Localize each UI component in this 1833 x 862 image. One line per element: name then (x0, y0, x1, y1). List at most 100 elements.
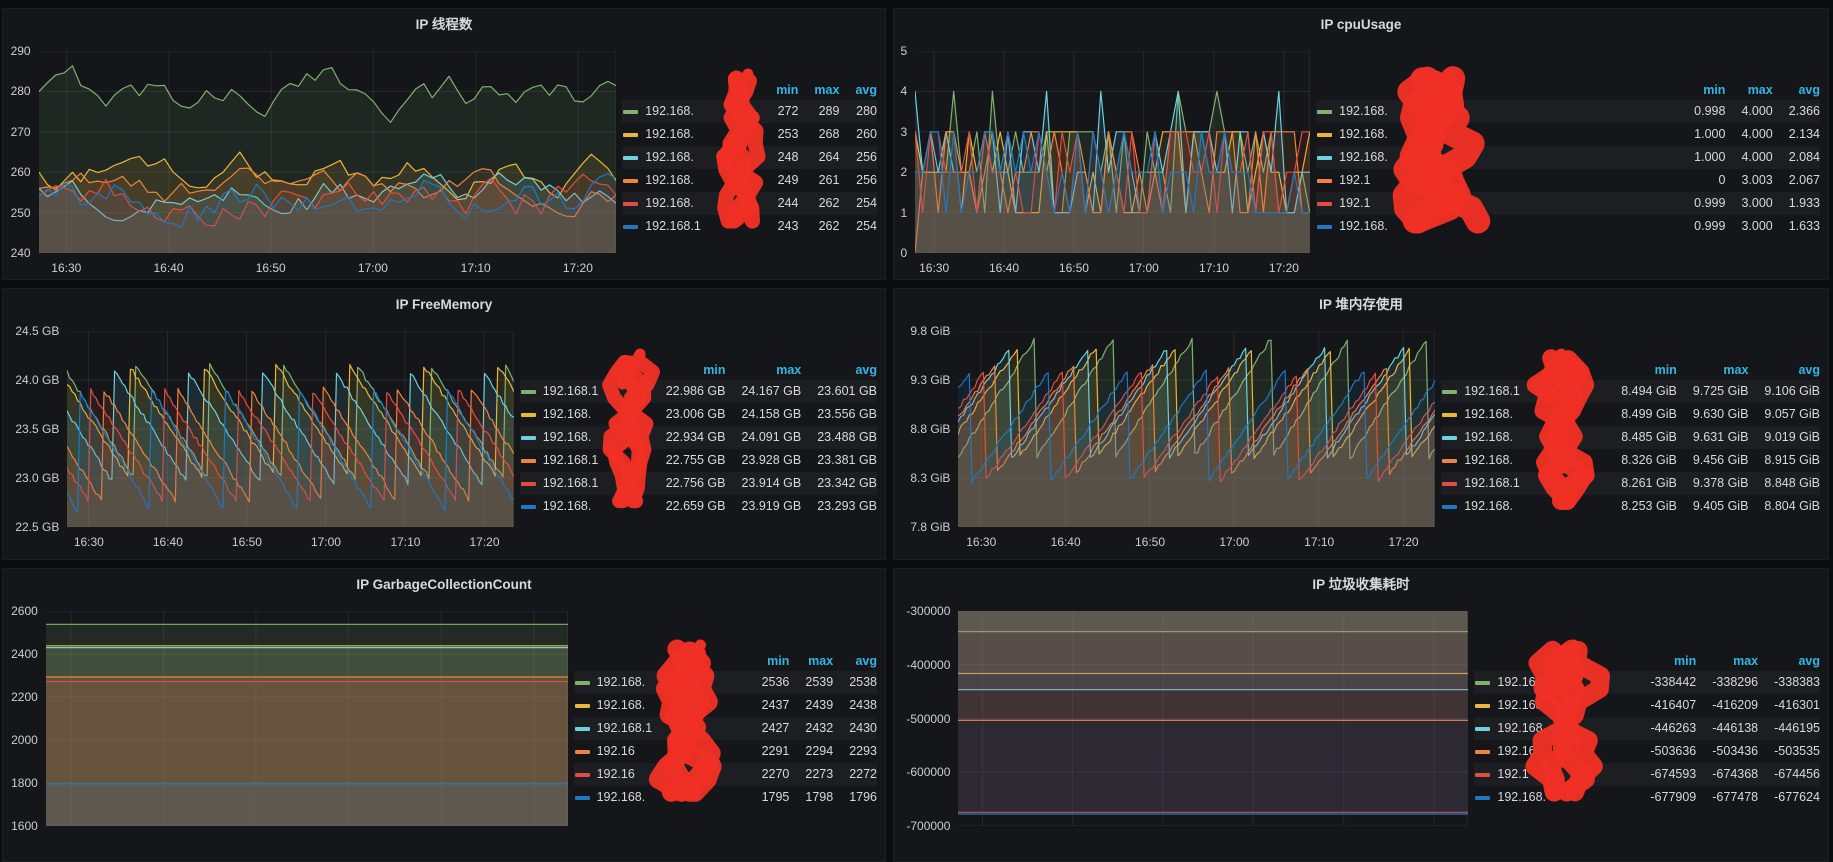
legend-value-avg: 2.134 (1773, 123, 1820, 146)
legend-row: 192.168.0.9993.0001.633 (1316, 215, 1820, 238)
legend-series-name[interactable]: 192.168. (1457, 495, 1605, 518)
legend-row: 192.168.249261256 (622, 169, 877, 192)
legend-series-name[interactable]: 192.168.1 (590, 717, 746, 740)
y-axis-tick-label: 3 (894, 126, 907, 138)
legend-row: 192.168.243724392438 (574, 694, 877, 717)
legend-value-max: 3.000 (1725, 215, 1772, 238)
plot-area[interactable] (39, 51, 616, 253)
legend-series-name[interactable]: 192.168. (1457, 449, 1605, 472)
legend-value-max: 268 (798, 123, 839, 146)
legend-series-name[interactable]: 192.1 (1332, 169, 1678, 192)
legend-series-name[interactable]: 192.168.1 (536, 472, 650, 495)
legend-series-name[interactable]: 192.168. (1490, 717, 1634, 740)
y-axis-tick-label: 22.5 GB (3, 521, 59, 533)
legend-series-name[interactable]: 192.168. (1457, 426, 1605, 449)
time-series-graph[interactable]: 9.8 GiB9.3 GiB8.8 GiB8.3 GiB7.8 GiB16:30… (894, 319, 1441, 559)
legend-header-max[interactable]: max (789, 651, 833, 671)
legend-series-name[interactable]: 192.168. (590, 671, 746, 694)
panel-title[interactable]: IP 线程数 (3, 9, 885, 39)
legend-series-name[interactable]: 192.168. (638, 192, 760, 215)
x-axis-tick-label: 16:30 (74, 536, 104, 548)
legend-value-max: 24.167 GB (725, 380, 801, 403)
legend-series-name[interactable]: 192.168. (590, 694, 746, 717)
panel-title[interactable]: IP FreeMemory (3, 289, 885, 319)
legend-series-name[interactable]: 192.168.1 (1457, 380, 1605, 403)
legend-row: 192.168.248264256 (622, 146, 877, 169)
panel-title[interactable]: IP 垃圾收集耗时 (894, 569, 1828, 599)
legend-value-max: 4.000 (1725, 123, 1772, 146)
legend-header-row: minmaxavg (1474, 651, 1820, 671)
legend-series-name[interactable]: 192.168. (638, 146, 760, 169)
legend-header-avg[interactable]: avg (1758, 651, 1820, 671)
legend-series-name[interactable]: 192.168.1 (1457, 472, 1605, 495)
legend-series-name[interactable]: 192.168. (1457, 403, 1605, 426)
plot-area[interactable] (67, 331, 514, 527)
legend-series-name[interactable]: 192.168. (1332, 123, 1678, 146)
plot-area[interactable] (958, 611, 1468, 826)
legend-series-name[interactable]: 192.168. (638, 169, 760, 192)
panel-title[interactable]: IP cpuUsage (894, 9, 1828, 39)
legend-series-name[interactable]: 192.168.1 (536, 380, 650, 403)
legend-value-avg: 23.381 GB (801, 449, 877, 472)
legend-value-max: -416209 (1696, 694, 1758, 717)
legend-series-name[interactable]: 192.168. (536, 495, 650, 518)
legend-header-avg[interactable]: avg (839, 80, 877, 100)
legend-series-name[interactable]: 192.168.1 (638, 215, 760, 238)
legend-series-name[interactable]: 192.168. (638, 123, 760, 146)
legend-row: 192.168.22.934 GB24.091 GB23.488 GB (520, 426, 877, 449)
legend-value-max: -503436 (1696, 740, 1758, 763)
legend-header-max[interactable]: max (1696, 651, 1758, 671)
plot-area[interactable] (958, 331, 1435, 527)
legend-series-name[interactable]: 192.168. (1332, 215, 1678, 238)
x-axis-tick-label: 16:50 (232, 536, 262, 548)
time-series-graph[interactable]: -300000-400000-500000-600000-700000 (894, 599, 1474, 861)
legend-header-avg[interactable]: avg (833, 651, 877, 671)
time-series-graph[interactable]: 54321016:3016:4016:5017:0017:1017:20 (894, 39, 1316, 279)
legend-series-name[interactable]: 192.168. (590, 786, 746, 809)
panel-title[interactable]: IP GarbageCollectionCount (3, 569, 885, 599)
legend-header-avg[interactable]: avg (1773, 80, 1820, 100)
legend-value-max: 3.000 (1725, 192, 1772, 215)
panel-title[interactable]: IP 堆内存使用 (894, 289, 1828, 319)
legend-series-name[interactable]: 192.168. (536, 403, 650, 426)
series-color-dash-icon (521, 390, 536, 394)
series-color-dash-icon (623, 133, 638, 137)
legend-header-avg[interactable]: avg (1748, 360, 1820, 380)
x-axis-tick-label: 17:20 (1269, 262, 1299, 274)
legend-header-min[interactable]: min (760, 80, 798, 100)
series-color-dash-icon (623, 110, 638, 114)
legend-header-min[interactable]: min (1678, 80, 1725, 100)
legend-series-name[interactable]: 192.16 (590, 763, 746, 786)
legend-header-max[interactable]: max (798, 80, 839, 100)
legend-series-name[interactable]: 192.168. (1332, 146, 1678, 169)
legend-value-avg: -503535 (1758, 740, 1820, 763)
legend-value-min: 8.261 GiB (1605, 472, 1677, 495)
legend-series-name[interactable]: 192.168. (638, 100, 760, 123)
legend-series-name[interactable]: 192.168. (1332, 100, 1678, 123)
legend-header-max[interactable]: max (1677, 360, 1749, 380)
time-series-graph[interactable]: 29028027026025024016:3016:4016:5017:0017… (3, 39, 622, 279)
plot-area[interactable] (46, 611, 568, 826)
legend-series-name[interactable]: 192.168.1 (536, 449, 650, 472)
legend-header-max[interactable]: max (1725, 80, 1772, 100)
legend-series-name[interactable]: 192.16 (590, 740, 746, 763)
legend-header-avg[interactable]: avg (801, 360, 877, 380)
legend-series-name[interactable]: 192.1 (1332, 192, 1678, 215)
legend-series-name[interactable]: 192.168. (536, 426, 650, 449)
legend-value-avg: 2.366 (1773, 100, 1820, 123)
legend-header-min[interactable]: min (650, 360, 726, 380)
legend-series-name[interactable]: 192.168. (1490, 786, 1634, 809)
legend-series-name[interactable]: 192.168. (1490, 694, 1634, 717)
plot-area[interactable] (915, 51, 1310, 253)
legend-header-min[interactable]: min (1605, 360, 1677, 380)
legend-series-name[interactable]: 192.16 (1490, 740, 1634, 763)
legend-header-min[interactable]: min (1634, 651, 1696, 671)
legend-series-name[interactable]: 192.168. (1490, 671, 1634, 694)
legend-header-min[interactable]: min (746, 651, 790, 671)
series-color-dash-icon (575, 727, 590, 731)
x-axis-tick-label: 17:10 (390, 536, 420, 548)
time-series-graph[interactable]: 260024002200200018001600 (3, 599, 574, 861)
legend-header-max[interactable]: max (725, 360, 801, 380)
legend-series-name[interactable]: 192.1 (1490, 763, 1634, 786)
time-series-graph[interactable]: 24.5 GB24.0 GB23.5 GB23.0 GB22.5 GB16:30… (3, 319, 520, 559)
